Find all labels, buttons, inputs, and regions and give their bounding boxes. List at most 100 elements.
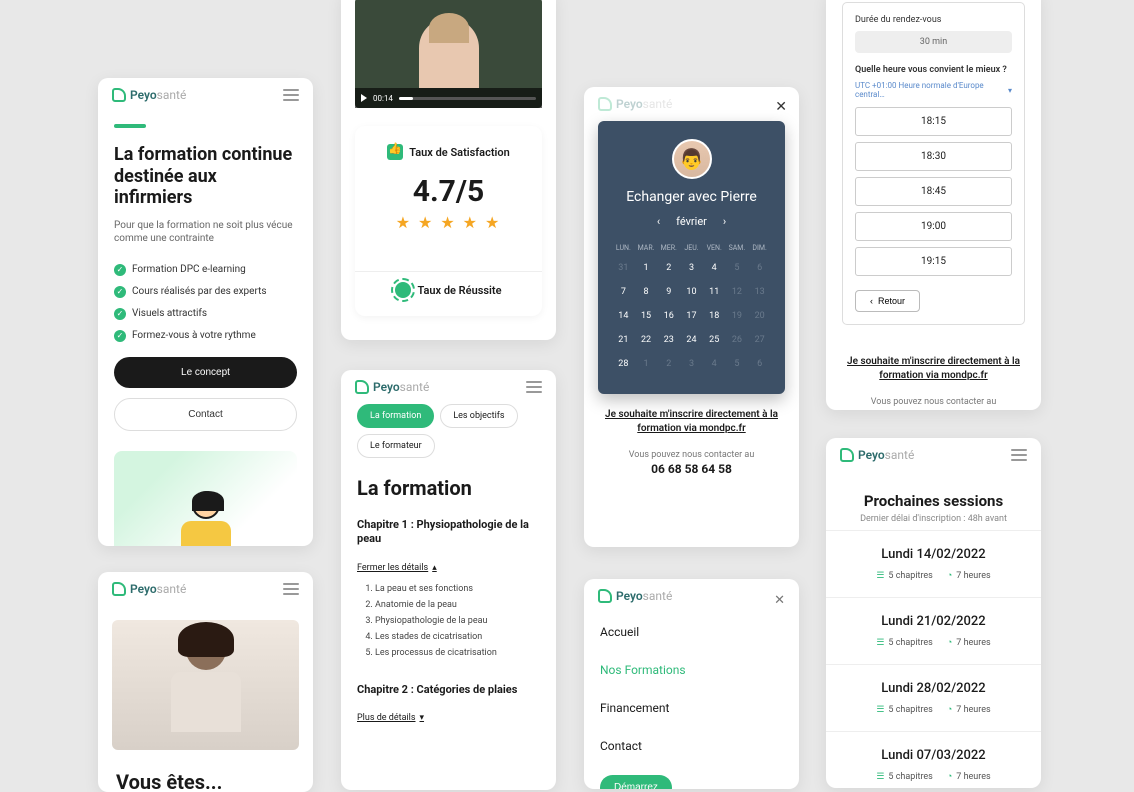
start-button[interactable]: Démarrez: [600, 775, 672, 789]
phone-number[interactable]: 06 68 58 64 58: [604, 462, 779, 476]
sessions-list: Lundi 14/02/2022☰5 chapitres◔7 heuresLun…: [826, 530, 1041, 788]
chevron-up-icon: ▴: [432, 563, 437, 573]
menu-icon[interactable]: [1011, 449, 1027, 461]
calendar-day: 20: [748, 304, 771, 328]
calendar-day: 12: [726, 280, 749, 304]
check-icon: ✓: [114, 264, 126, 276]
tab-les-objectifs[interactable]: Les objectifs: [440, 404, 517, 428]
calendar-day[interactable]: 18: [703, 304, 726, 328]
time-slot[interactable]: 18:45: [855, 177, 1012, 206]
satisfaction-card: Taux de Satisfaction 4.7/5 ★ ★ ★ ★ ★ Tau…: [355, 126, 542, 316]
header: Peyosanté: [826, 438, 1041, 472]
close-icon[interactable]: ✕: [775, 99, 787, 115]
calendar-day[interactable]: 16: [657, 304, 680, 328]
success-label: Taux de Réussite: [417, 284, 501, 297]
drawer-item-contact[interactable]: Contact: [600, 727, 783, 765]
calendar-day[interactable]: 10: [680, 280, 703, 304]
screen-timepicker: Durée du rendez-vous 30 min Quelle heure…: [826, 0, 1041, 410]
accent-bar: [114, 124, 146, 128]
chapter-1-title: Chapitre 1 : Physiopathologie de la peau: [357, 518, 540, 547]
calendar-day[interactable]: 11: [703, 280, 726, 304]
avatar: 👨: [672, 139, 712, 179]
concept-button[interactable]: Le concept: [114, 357, 297, 388]
sessions-title: Prochaines sessions: [842, 492, 1025, 510]
direct-signup-link[interactable]: Je souhaite m'inscrire directement à la …: [826, 341, 1041, 397]
session-card[interactable]: Lundi 21/02/2022☰5 chapitres◔7 heures: [826, 597, 1041, 664]
list-item: Les processus de cicatrisation: [375, 645, 540, 661]
calendar-day[interactable]: 24: [680, 328, 703, 352]
time-slot[interactable]: 18:30: [855, 142, 1012, 171]
feature-item: ✓Formez-vous à votre rythme: [114, 325, 297, 347]
close-icon[interactable]: ✕: [774, 593, 785, 608]
calendar-day[interactable]: 2: [657, 256, 680, 280]
video-player[interactable]: 00:14: [355, 0, 542, 108]
calendar-day[interactable]: 15: [635, 304, 658, 328]
video-controls[interactable]: 00:14: [355, 88, 542, 108]
contact-button[interactable]: Contact: [114, 398, 297, 431]
screen-stats: 00:14 Taux de Satisfaction 4.7/5 ★ ★ ★ ★…: [341, 0, 556, 340]
list-item: La peau et ses fonctions: [375, 581, 540, 597]
calendar-day[interactable]: 28: [612, 352, 635, 376]
page-title: La formation continue destinée aux infir…: [114, 144, 297, 209]
day-header: SAM.: [726, 240, 749, 256]
calendar-day[interactable]: 7: [612, 280, 635, 304]
calendar-day[interactable]: 8: [635, 280, 658, 304]
timezone-select[interactable]: UTC +01:00 Heure normale d'Europe centra…: [855, 81, 1012, 99]
header: Peyosanté: [341, 370, 556, 404]
prev-month-icon[interactable]: ‹: [657, 215, 660, 228]
time-slot[interactable]: 18:15: [855, 107, 1012, 136]
header: Peyosanté: [98, 572, 313, 606]
calendar-day[interactable]: 4: [703, 256, 726, 280]
time-slot[interactable]: 19:15: [855, 247, 1012, 276]
session-card[interactable]: Lundi 28/02/2022☰5 chapitres◔7 heures: [826, 664, 1041, 731]
calendar-day[interactable]: 1: [635, 256, 658, 280]
badge-icon: [395, 282, 411, 298]
calendar-day[interactable]: 3: [680, 256, 703, 280]
progress-bar[interactable]: [399, 97, 536, 100]
menu-icon[interactable]: [283, 89, 299, 101]
calendar-day: 31: [612, 256, 635, 280]
drawer-item-nos-formations[interactable]: Nos Formations: [600, 651, 783, 689]
feature-list: ✓Formation DPC e-learning✓Cours réalisés…: [114, 259, 297, 347]
close-details-toggle[interactable]: Fermer les détails▴: [357, 563, 437, 573]
time-slot[interactable]: 19:00: [855, 212, 1012, 241]
check-icon: ✓: [114, 308, 126, 320]
calendar-day: 27: [748, 328, 771, 352]
logo-icon: [598, 589, 612, 603]
calendar-day: 5: [726, 352, 749, 376]
chevron-left-icon: ‹: [870, 296, 873, 306]
session-card[interactable]: Lundi 14/02/2022☰5 chapitres◔7 heures: [826, 530, 1041, 597]
calendar-day[interactable]: 23: [657, 328, 680, 352]
day-header: VEN.: [703, 240, 726, 256]
header: Peyosanté ✕: [584, 579, 799, 613]
tab-le-formateur[interactable]: Le formateur: [357, 434, 435, 458]
menu-icon[interactable]: [526, 381, 542, 393]
calendar-day[interactable]: 9: [657, 280, 680, 304]
calendar-day[interactable]: 17: [680, 304, 703, 328]
month-nav: ‹ février ›: [612, 215, 771, 228]
day-header: JEU.: [680, 240, 703, 256]
next-month-icon[interactable]: ›: [723, 215, 726, 228]
calendar-panel: 👨 Echanger avec Pierre ‹ février › LUN.M…: [598, 121, 785, 394]
back-button[interactable]: ‹Retour: [855, 290, 920, 312]
logo: Peyosanté: [112, 88, 186, 102]
play-icon[interactable]: [361, 94, 367, 102]
drawer-item-financement[interactable]: Financement: [600, 689, 783, 727]
drawer-item-accueil[interactable]: Accueil: [600, 613, 783, 651]
menu-icon[interactable]: [283, 583, 299, 595]
calendar-day[interactable]: 21: [612, 328, 635, 352]
sessions-header: Prochaines sessions Dernier délai d'insc…: [826, 472, 1041, 530]
session-card[interactable]: Lundi 07/03/2022☰5 chapitres◔7 heures: [826, 731, 1041, 788]
clock-icon: ◔: [947, 570, 952, 581]
calendar-day[interactable]: 25: [703, 328, 726, 352]
tab-la-formation[interactable]: La formation: [357, 404, 434, 428]
calendar-day: 2: [657, 352, 680, 376]
video-timestamp: 00:14: [373, 94, 393, 103]
screen-formation: Peyosanté La formationLes objectifsLe fo…: [341, 370, 556, 790]
more-details-toggle[interactable]: Plus de détails▾: [357, 713, 424, 723]
phone-number[interactable]: 06 68 58 64 58: [846, 409, 1021, 410]
direct-signup-link[interactable]: Je souhaite m'inscrire directement à la …: [584, 394, 799, 450]
calendar-day[interactable]: 22: [635, 328, 658, 352]
logo-icon: [112, 88, 126, 102]
calendar-day[interactable]: 14: [612, 304, 635, 328]
